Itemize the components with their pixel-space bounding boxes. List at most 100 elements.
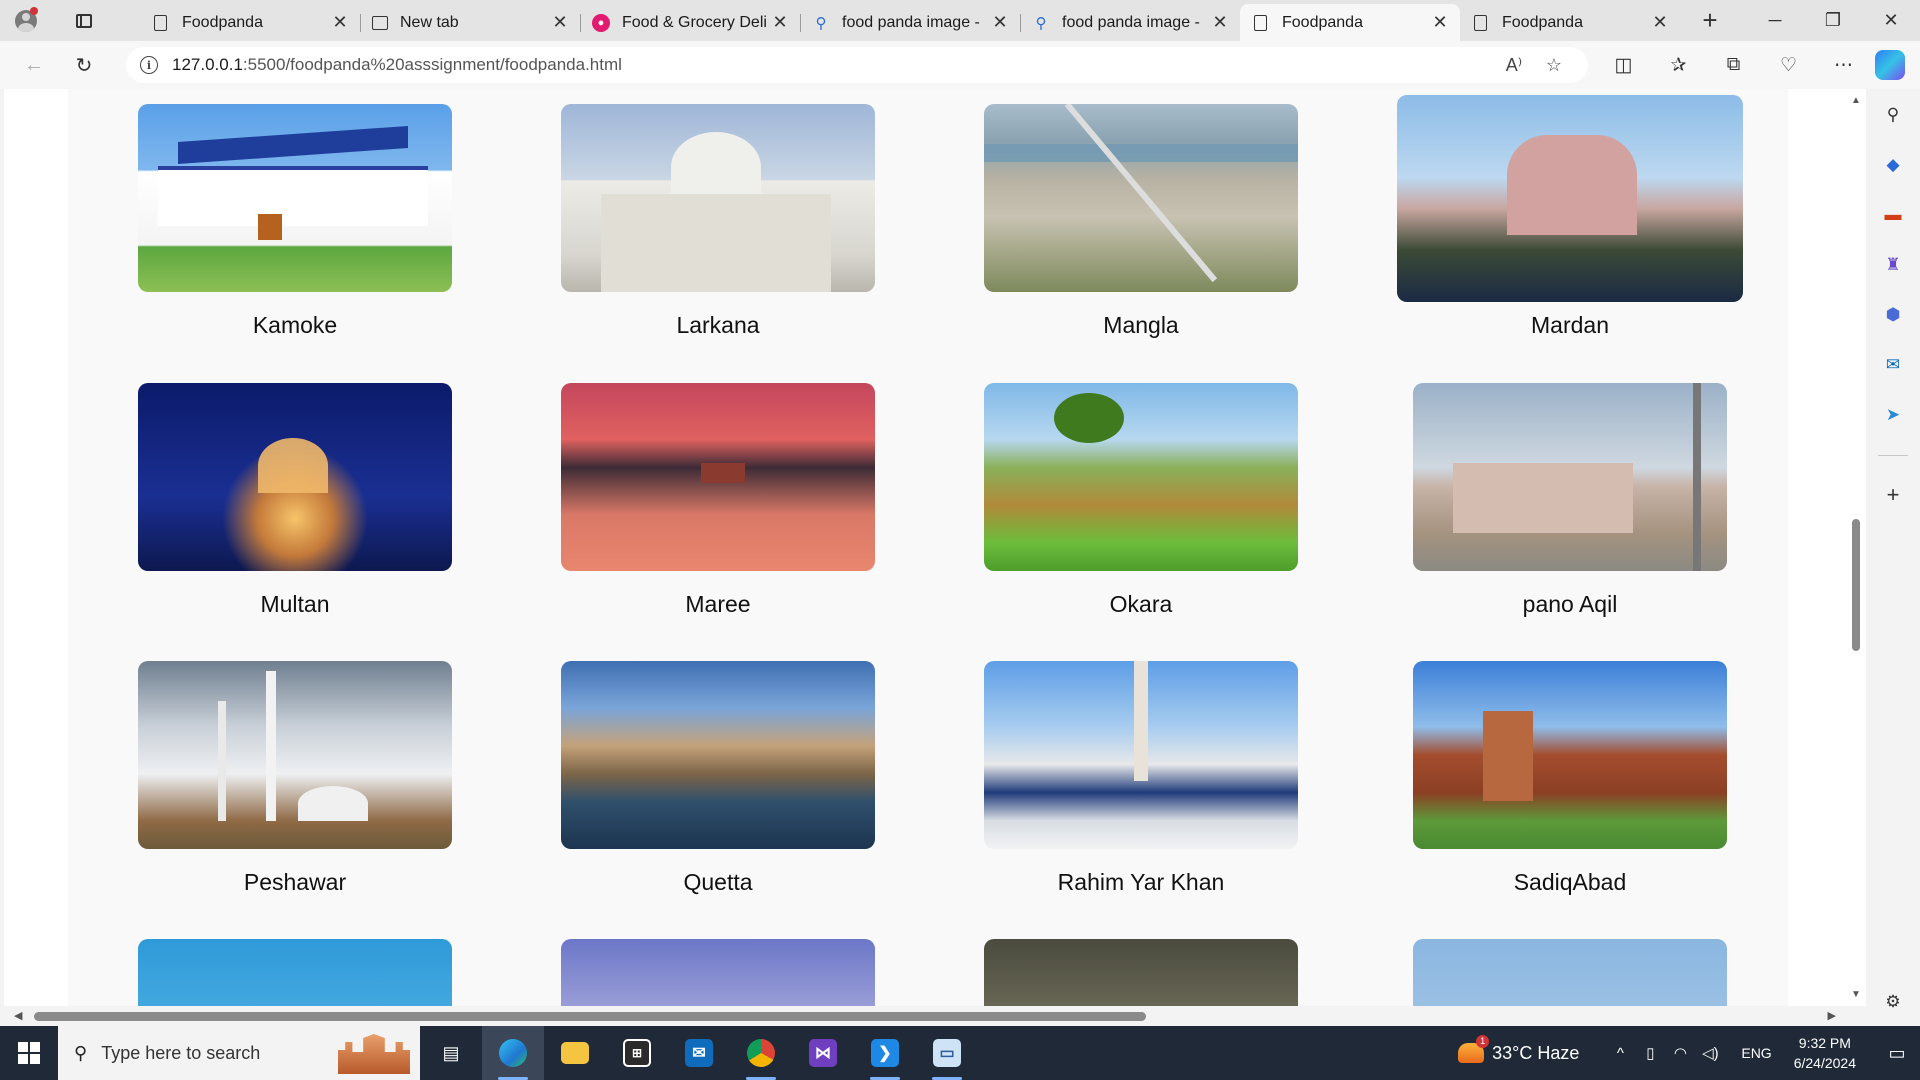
outlook-icon[interactable]: ✉ [1879,351,1907,379]
split-screen-icon[interactable]: ◫ [1596,47,1651,83]
weather-widget[interactable]: 1 33°C Haze [1458,1034,1579,1064]
more-options-icon[interactable]: ⋯ [1816,47,1871,83]
city-image[interactable] [561,383,875,571]
city-card-kamoke[interactable]: Kamoke [138,104,452,339]
tab-image-search-1[interactable]: ⚲ food panda image - ✕ [800,4,1020,41]
close-icon[interactable]: ✕ [990,12,1010,33]
tools-icon[interactable]: ▬ [1879,201,1907,229]
volume-icon[interactable]: ◁) [1695,1044,1725,1062]
tab-foodpanda-2[interactable]: Foodpanda ✕ [1460,4,1680,41]
city-card-mangla[interactable]: Mangla [984,104,1298,339]
city-image[interactable] [561,661,875,849]
vertical-scrollbar[interactable]: ▲ ▼ [1846,89,1866,1006]
city-card-mardan[interactable]: Mardan [1397,95,1743,339]
visual-studio-button[interactable]: ⋈ [792,1026,854,1080]
show-hidden-icons-chevron-icon[interactable]: ^ [1605,1045,1635,1062]
city-image[interactable] [1413,383,1727,571]
notification-center-icon[interactable]: ▭ [1874,1043,1920,1064]
city-image[interactable] [138,383,452,571]
microsoft-365-icon[interactable]: ⬢ [1879,301,1907,329]
city-card-multan[interactable]: Multan [138,383,452,618]
city-image[interactable] [138,939,452,1006]
scroll-up-icon[interactable]: ▲ [1851,95,1861,106]
tab-food-grocery[interactable]: ● Food & Grocery Deli ✕ [580,4,800,41]
vscode-button[interactable]: ❯ [854,1026,916,1080]
chrome-button[interactable] [730,1026,792,1080]
city-image[interactable] [1413,939,1727,1006]
city-image[interactable] [984,939,1298,1006]
city-card-maree[interactable]: Maree [561,383,875,618]
back-icon[interactable]: ← [14,47,54,83]
file-explorer-button[interactable] [544,1026,606,1080]
games-icon[interactable]: ♜ [1879,251,1907,279]
close-icon[interactable]: ✕ [770,12,790,33]
city-image[interactable] [1413,661,1727,849]
start-button[interactable] [0,1026,58,1080]
city-image[interactable] [138,104,452,292]
restore-icon[interactable]: ❐ [1804,0,1862,41]
search-icon[interactable]: ⚲ [1879,101,1907,129]
city-image[interactable] [984,104,1298,292]
city-image[interactable] [561,104,875,292]
city-card-partial-3[interactable] [984,939,1298,1006]
city-image[interactable] [984,661,1298,849]
close-icon[interactable]: ✕ [1650,12,1670,33]
read-aloud-icon[interactable]: A⁾ [1494,55,1534,76]
city-image[interactable] [984,383,1298,571]
task-view-button[interactable]: ▤ [420,1026,482,1080]
add-icon[interactable]: + [1879,481,1907,509]
city-card-rahim-yar-khan[interactable]: Rahim Yar Khan [984,661,1298,896]
close-icon[interactable]: ✕ [330,12,350,33]
city-card-okara[interactable]: Okara [984,383,1298,618]
minimize-icon[interactable]: ─ [1746,0,1804,41]
collections-icon[interactable]: ⧉ [1706,47,1761,83]
shopping-tag-icon[interactable]: ◆ [1879,151,1907,179]
city-card-pano-aqil[interactable]: pano Aqil [1413,383,1727,618]
close-icon[interactable]: ✕ [550,12,570,33]
city-image[interactable] [138,661,452,849]
horizontal-scrollbar[interactable]: ◀ ▶ [4,1006,1866,1026]
close-icon[interactable]: ✕ [1210,12,1230,33]
scroll-thumb[interactable] [1852,519,1860,651]
taskbar-search[interactable]: ⚲ Type here to search [58,1026,420,1080]
scroll-down-icon[interactable]: ▼ [1851,989,1861,1000]
wifi-icon[interactable]: ◠ [1665,1044,1695,1062]
city-card-partial-4[interactable] [1413,939,1727,1006]
scroll-left-icon[interactable]: ◀ [14,1009,22,1022]
tab-actions-button[interactable] [66,3,102,39]
close-window-icon[interactable]: ✕ [1862,0,1920,41]
city-card-sadiqabad[interactable]: SadiqAbad [1413,661,1727,896]
scroll-thumb[interactable] [34,1012,1146,1021]
favorite-star-icon[interactable]: ☆ [1534,55,1574,76]
send-icon[interactable]: ➤ [1879,401,1907,429]
tab-foodpanda-1[interactable]: Foodpanda ✕ [140,4,360,41]
new-tab-button[interactable]: + [1690,3,1730,39]
city-image[interactable] [1397,95,1743,302]
clock[interactable]: 9:32 PM 6/24/2024 [1794,1033,1856,1073]
browser-essentials-icon[interactable]: ♡ [1761,47,1816,83]
mail-button[interactable]: ✉ [668,1026,730,1080]
edge-taskbar-button[interactable] [482,1026,544,1080]
scroll-right-icon[interactable]: ▶ [1828,1009,1836,1022]
city-card-peshawar[interactable]: Peshawar [138,661,452,896]
city-image[interactable] [561,939,875,1006]
url-text[interactable]: 127.0.0.1:5500/foodpanda%20asssignment/f… [172,55,1494,75]
profile-button[interactable] [8,3,44,39]
notepad-button[interactable]: ▭ [916,1026,978,1080]
tab-foodpanda-active[interactable]: Foodpanda ✕ [1240,4,1460,41]
device-icon[interactable]: ▯ [1635,1044,1665,1062]
close-icon[interactable]: ✕ [1430,12,1450,33]
city-card-partial-2[interactable] [561,939,875,1006]
copilot-icon[interactable] [1875,50,1905,80]
reload-icon[interactable]: ↻ [64,47,104,83]
favorites-icon[interactable]: ✰ [1651,47,1706,83]
settings-gear-icon[interactable]: ⚙ [1879,988,1907,1016]
language-indicator[interactable]: ENG [1741,1045,1771,1061]
tab-image-search-2[interactable]: ⚲ food panda image - ✕ [1020,4,1240,41]
address-bar[interactable]: i 127.0.0.1:5500/foodpanda%20asssignment… [126,47,1588,83]
site-info-icon[interactable]: i [140,56,158,74]
city-card-larkana[interactable]: Larkana [561,104,875,339]
city-card-quetta[interactable]: Quetta [561,661,875,896]
store-button[interactable]: ⊞ [606,1026,668,1080]
tab-new-tab[interactable]: New tab ✕ [360,4,580,41]
